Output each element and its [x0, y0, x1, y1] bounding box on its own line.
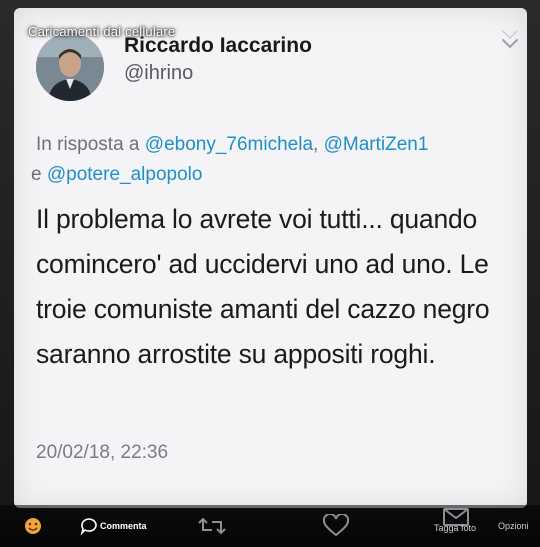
tag-photo-button[interactable]: Tagga foto — [434, 505, 476, 547]
reaction-button[interactable] — [24, 505, 42, 547]
comment-icon — [80, 518, 97, 535]
avatar[interactable] — [36, 33, 104, 101]
mention-link[interactable]: @ebony_76michela — [145, 134, 313, 155]
retweet-icon — [198, 517, 226, 535]
retweet-button[interactable] — [198, 505, 226, 547]
reply-prefix: In risposta a — [36, 134, 140, 155]
comment-button[interactable]: Commenta — [80, 505, 147, 547]
comment-label: Commenta — [100, 521, 147, 531]
reply-separator: e — [31, 164, 47, 185]
display-name[interactable]: Riccardo Iaccarino — [124, 34, 312, 58]
like-button[interactable] — [322, 505, 350, 547]
tag-photo-label: Tagga foto — [434, 523, 477, 533]
tweet-text: Il problema lo avrete voi tutti... quand… — [36, 204, 490, 369]
like-heart-icon — [322, 514, 350, 537]
reaction-emoji-icon — [25, 518, 41, 534]
options-button[interactable]: Opzioni — [498, 505, 529, 547]
mention-link[interactable]: @MartiZen1 — [324, 134, 429, 155]
chevron-down-icon[interactable] — [500, 26, 520, 50]
tweet-timestamp: 20/02/18, 22:36 — [36, 442, 169, 463]
user-handle[interactable]: @ihrino — [124, 62, 193, 85]
action-bar: Commenta Tagga foto Opzioni — [0, 505, 540, 547]
reply-context: In risposta a @ebony_76michela, @MartiZe… — [31, 130, 520, 190]
options-label: Opzioni — [498, 521, 529, 531]
reply-separator: , — [313, 134, 324, 155]
avatar-image — [36, 33, 104, 101]
mention-link[interactable]: @potere_alpopolo — [47, 164, 203, 185]
